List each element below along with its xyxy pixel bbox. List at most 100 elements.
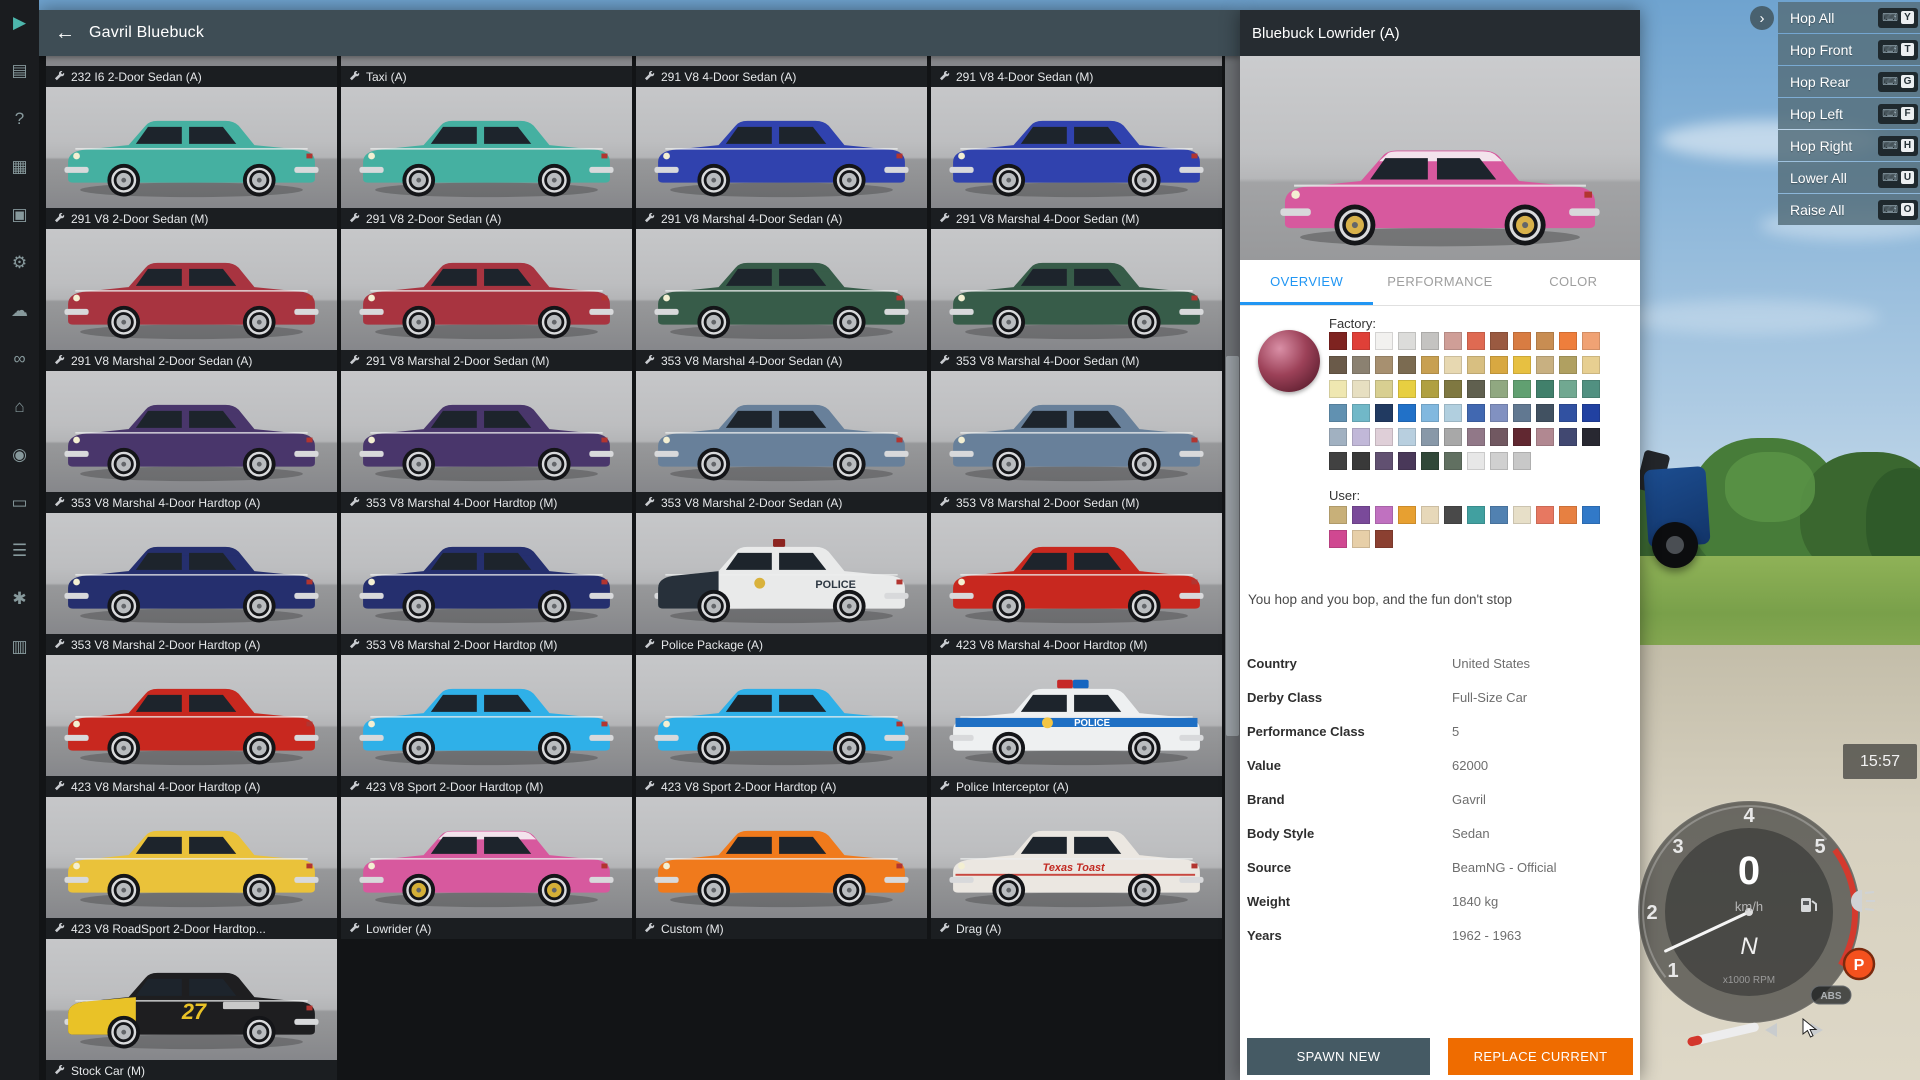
factory-color-swatch[interactable] bbox=[1490, 428, 1508, 446]
back-button[interactable]: ← bbox=[55, 22, 75, 45]
user-color-swatch[interactable] bbox=[1329, 530, 1347, 548]
spawn-new-button[interactable]: SPAWN NEW bbox=[1247, 1038, 1430, 1075]
vehicle-config-tile[interactable]: POLICE POLICE Texas Toast bbox=[46, 513, 337, 655]
factory-color-swatch[interactable] bbox=[1398, 452, 1416, 470]
factory-color-swatch[interactable] bbox=[1375, 404, 1393, 422]
factory-color-swatch[interactable] bbox=[1444, 452, 1462, 470]
hop-action-item[interactable]: Hop Right ⌨ H bbox=[1778, 130, 1920, 161]
factory-color-swatch[interactable] bbox=[1559, 404, 1577, 422]
factory-color-swatch[interactable] bbox=[1582, 404, 1600, 422]
user-color-swatch[interactable] bbox=[1375, 530, 1393, 548]
factory-color-swatch[interactable] bbox=[1375, 452, 1393, 470]
multiplayer-icon[interactable]: ∞ bbox=[13, 348, 25, 370]
factory-color-swatch[interactable] bbox=[1467, 332, 1485, 350]
factory-color-swatch[interactable] bbox=[1536, 380, 1554, 398]
factory-color-swatch[interactable] bbox=[1490, 332, 1508, 350]
factory-color-swatch[interactable] bbox=[1559, 356, 1577, 374]
vehicle-config-tile[interactable]: POLICE POLICE Texas Toast bbox=[46, 939, 337, 1080]
factory-color-swatch[interactable] bbox=[1467, 428, 1485, 446]
factory-color-swatch[interactable] bbox=[1398, 380, 1416, 398]
factory-color-swatch[interactable] bbox=[1536, 332, 1554, 350]
factory-color-swatch[interactable] bbox=[1513, 380, 1531, 398]
factory-color-swatch[interactable] bbox=[1582, 356, 1600, 374]
factory-color-swatch[interactable] bbox=[1329, 428, 1347, 446]
vehicle-config-tile[interactable]: POLICE POLICE Texas Toast bbox=[341, 87, 632, 229]
vehicle-config-tile[interactable]: POLICE POLICE Texas Toast bbox=[636, 229, 927, 371]
vehicle-config-tile[interactable]: POLICE POLICE Texas Toast bbox=[46, 797, 337, 939]
mods-icon[interactable]: ▦ bbox=[11, 156, 27, 178]
factory-color-swatch[interactable] bbox=[1513, 404, 1531, 422]
user-color-swatch[interactable] bbox=[1444, 506, 1462, 524]
debug-icon[interactable]: ✱ bbox=[12, 588, 26, 610]
vehicle-config-tile[interactable]: POLICE POLICE Texas Toast bbox=[341, 513, 632, 655]
user-color-swatch[interactable] bbox=[1375, 506, 1393, 524]
user-color-swatch[interactable] bbox=[1582, 506, 1600, 524]
user-color-swatch[interactable] bbox=[1559, 506, 1577, 524]
factory-color-swatch[interactable] bbox=[1329, 332, 1347, 350]
factory-color-swatch[interactable] bbox=[1329, 452, 1347, 470]
factory-color-swatch[interactable] bbox=[1444, 428, 1462, 446]
factory-color-swatch[interactable] bbox=[1582, 332, 1600, 350]
factory-color-swatch[interactable] bbox=[1582, 428, 1600, 446]
vehicle-config-tile[interactable]: POLICE POLICE Texas Toast bbox=[636, 797, 927, 939]
vehicle-config-tile[interactable]: POLICE POLICE Texas Toast bbox=[341, 371, 632, 513]
factory-color-swatch[interactable] bbox=[1444, 380, 1462, 398]
factory-color-swatch[interactable] bbox=[1352, 404, 1370, 422]
factory-color-swatch[interactable] bbox=[1467, 404, 1485, 422]
photo-mode-icon[interactable]: ◉ bbox=[12, 444, 27, 466]
factory-color-swatch[interactable] bbox=[1421, 380, 1439, 398]
factory-color-swatch[interactable] bbox=[1490, 404, 1508, 422]
vehicle-config-tile[interactable]: POLICE POLICE Texas Toast bbox=[931, 513, 1222, 655]
factory-color-swatch[interactable] bbox=[1375, 380, 1393, 398]
play-icon[interactable]: ▶ bbox=[13, 12, 26, 34]
factory-color-swatch[interactable] bbox=[1467, 380, 1485, 398]
hop-action-item[interactable]: Hop Rear ⌨ G bbox=[1778, 66, 1920, 97]
vehicle-config-tile[interactable]: POLICE POLICE Texas Toast bbox=[931, 371, 1222, 513]
factory-color-swatch[interactable] bbox=[1536, 404, 1554, 422]
factory-color-swatch[interactable] bbox=[1559, 332, 1577, 350]
factory-color-swatch[interactable] bbox=[1513, 356, 1531, 374]
user-color-swatch[interactable] bbox=[1536, 506, 1554, 524]
factory-color-swatch[interactable] bbox=[1352, 452, 1370, 470]
factory-color-swatch[interactable] bbox=[1352, 428, 1370, 446]
hop-action-item[interactable]: Hop Front ⌨ T bbox=[1778, 34, 1920, 65]
factory-color-swatch[interactable] bbox=[1467, 452, 1485, 470]
factory-color-swatch[interactable] bbox=[1513, 452, 1531, 470]
factory-color-swatch[interactable] bbox=[1490, 380, 1508, 398]
user-color-swatch[interactable] bbox=[1513, 506, 1531, 524]
vehicle-config-tile[interactable]: POLICE POLICE Texas Toast bbox=[636, 371, 927, 513]
factory-color-swatch[interactable] bbox=[1421, 356, 1439, 374]
factory-color-swatch[interactable] bbox=[1375, 428, 1393, 446]
vehicle-config-tile[interactable]: POLICE POLICE Texas Toast bbox=[636, 513, 927, 655]
hop-action-item[interactable]: Raise All ⌨ O bbox=[1778, 194, 1920, 225]
factory-color-swatch[interactable] bbox=[1352, 332, 1370, 350]
factory-color-swatch[interactable] bbox=[1421, 404, 1439, 422]
vehicle-config-tile[interactable]: POLICE POLICE Texas Toast bbox=[341, 655, 632, 797]
vehicle-config-tile[interactable]: POLICE POLICE Texas Toast bbox=[46, 229, 337, 371]
factory-color-swatch[interactable] bbox=[1398, 404, 1416, 422]
vehicle-config-tile[interactable]: POLICE POLICE Texas Toast bbox=[341, 229, 632, 371]
factory-color-swatch[interactable] bbox=[1421, 452, 1439, 470]
hop-action-item[interactable]: Hop Left ⌨ F bbox=[1778, 98, 1920, 129]
factory-color-swatch[interactable] bbox=[1329, 380, 1347, 398]
vehicle-config-tile[interactable]: POLICE POLICE Texas Toast bbox=[931, 797, 1222, 939]
vehicle-config-tile[interactable]: POLICE POLICE Texas Toast bbox=[636, 87, 927, 229]
detail-tab[interactable]: OVERVIEW bbox=[1240, 260, 1373, 305]
user-color-swatch[interactable] bbox=[1467, 506, 1485, 524]
user-color-swatch[interactable] bbox=[1352, 506, 1370, 524]
factory-color-swatch[interactable] bbox=[1513, 332, 1531, 350]
vehicle-config-tile[interactable]: POLICE POLICE Texas Toast bbox=[931, 655, 1222, 797]
factory-color-swatch[interactable] bbox=[1398, 332, 1416, 350]
factory-color-swatch[interactable] bbox=[1352, 356, 1370, 374]
user-color-swatch[interactable] bbox=[1421, 506, 1439, 524]
user-color-swatch[interactable] bbox=[1490, 506, 1508, 524]
replace-current-button[interactable]: REPLACE CURRENT bbox=[1448, 1038, 1633, 1075]
user-color-swatch[interactable] bbox=[1352, 530, 1370, 548]
grid-scrollbar-thumb[interactable] bbox=[1226, 356, 1239, 736]
factory-color-swatch[interactable] bbox=[1467, 356, 1485, 374]
factory-color-swatch[interactable] bbox=[1444, 332, 1462, 350]
hop-action-item[interactable]: Lower All ⌨ U bbox=[1778, 162, 1920, 193]
vehicle-config-tile[interactable]: POLICE POLICE Texas Toast bbox=[636, 655, 927, 797]
factory-color-swatch[interactable] bbox=[1536, 356, 1554, 374]
factory-color-swatch[interactable] bbox=[1582, 380, 1600, 398]
